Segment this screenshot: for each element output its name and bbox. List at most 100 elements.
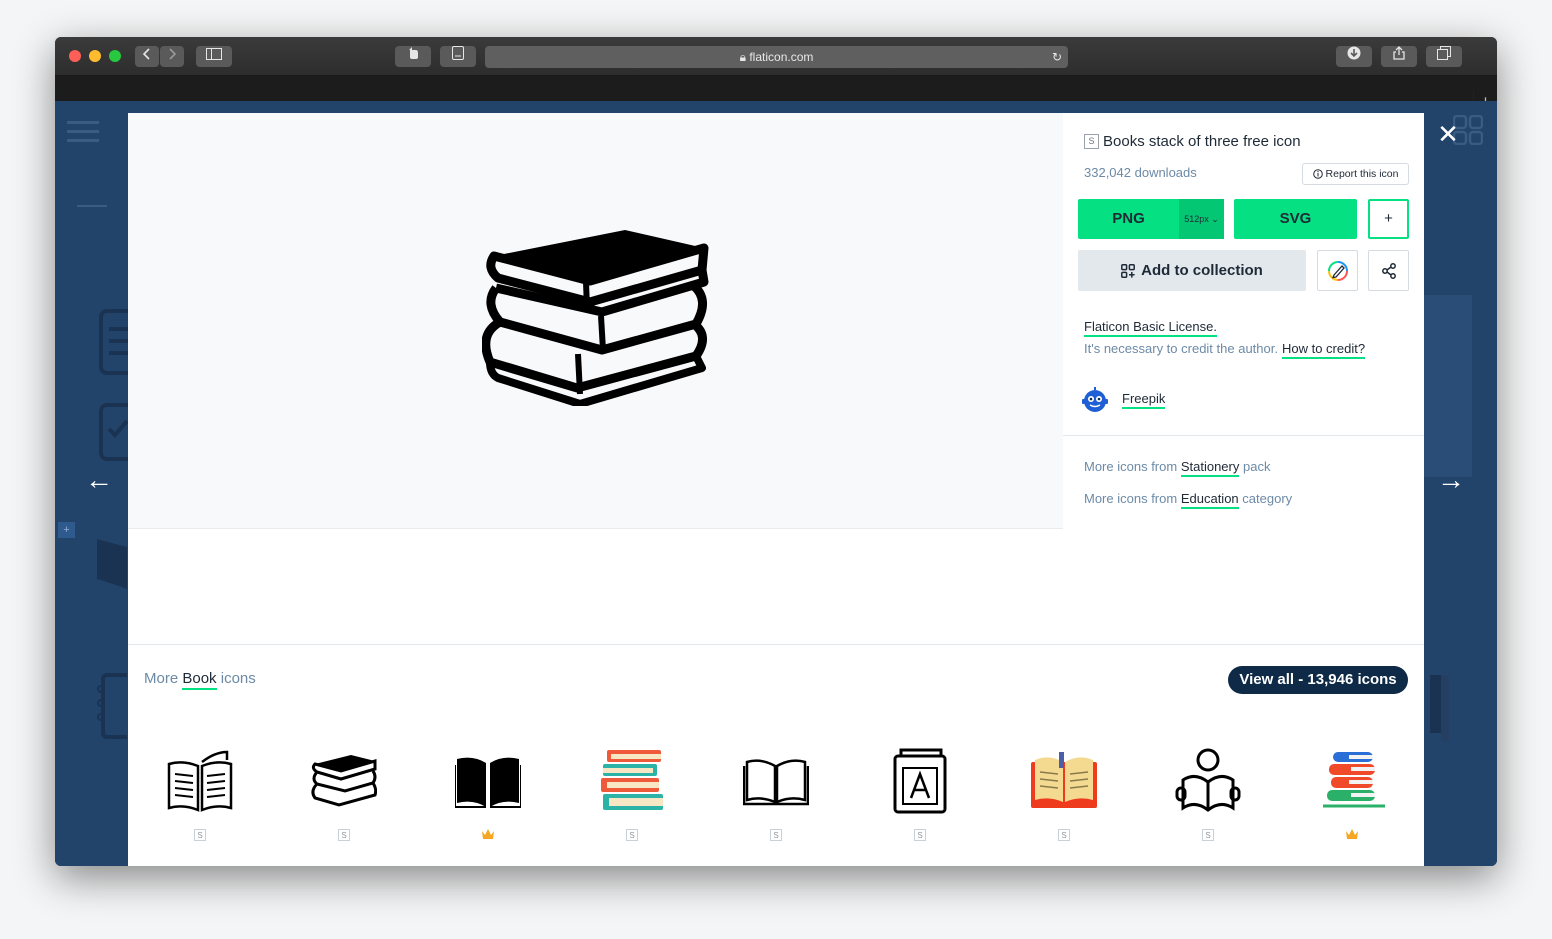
color-pencil-icon [1327,260,1348,281]
report-label: Report this icon [1325,168,1399,180]
thumb-books-stack-color[interactable] [592,741,672,821]
add-to-collection-label: Add to collection [1141,262,1263,279]
forward-button[interactable] [160,46,184,67]
more-formats-button[interactable]: + [1368,199,1409,239]
evernote-extension-button[interactable] [395,46,431,67]
chevron-down-icon: ⌄ [1211,214,1219,224]
reader-icon [1175,748,1241,812]
minimize-window-button[interactable] [89,50,101,62]
reader-mode-button[interactable] [440,46,476,67]
book-letter-a-icon [893,748,947,814]
document-icon [452,46,464,60]
thumb-badge: S [338,829,350,841]
previous-icon-button[interactable]: ← [79,466,119,494]
more-suffix: icons [220,670,256,687]
education-category-link[interactable]: Education [1180,491,1239,509]
thumb-book-letter-a[interactable] [880,741,960,821]
author-name[interactable]: Freepik [1122,391,1166,409]
background-checklist-icon [99,403,129,461]
sidebar-toggle-button[interactable] [196,46,232,67]
freepik-avatar-icon [1082,387,1108,412]
books-stack-icon [311,755,377,807]
license-link[interactable]: Flaticon Basic License. [1084,319,1217,337]
thumb-badge: S [914,829,926,841]
more-pack-suffix: pack [1243,459,1271,474]
address-bar[interactable]: 🔒︎ flaticon.com ↻ [485,46,1068,68]
download-count: 332,042 downloads [1084,165,1197,180]
share-nodes-icon [1381,262,1396,279]
premium-crown-icon [482,829,494,839]
icon-info-panel: S Books stack of three free icon 332,042… [1063,113,1424,529]
browser-toolbar: 🔒︎ flaticon.com ↻ [55,37,1497,76]
stationery-pack-link[interactable]: Stationery [1180,459,1240,477]
tab-strip: + [55,76,1497,114]
add-to-collection-button[interactable]: Add to collection [1078,250,1306,291]
png-size-dropdown[interactable]: 512px ⌄ [1179,199,1224,239]
collection-grid-icon [1121,263,1136,278]
more-pack-prefix: More icons from [1084,459,1178,474]
more-book-icons-heading: More Book icons [144,670,256,690]
books-stack-flat-icon [1323,752,1385,808]
download-svg-button[interactable]: SVG [1234,199,1357,239]
more-section-divider [128,644,1424,645]
hamburger-menu-icon [67,121,99,142]
next-icon-button[interactable]: → [1431,466,1471,494]
downloads-button[interactable] [1336,46,1372,67]
png-size-label: 512px [1184,214,1209,224]
more-from-pack: More icons from Stationery pack [1084,459,1271,477]
credit-note: It's necessary to credit the author. How … [1084,341,1366,359]
close-window-button[interactable] [69,50,81,62]
close-modal-button[interactable]: ✕ [1435,121,1461,147]
thumb-open-book-outline[interactable] [736,741,816,821]
elephant-icon [409,47,418,59]
browser-window: 🔒︎ flaticon.com ↻ + S Books stack of thr… [55,37,1497,866]
book-keyword-link[interactable]: Book [182,670,217,690]
thumb-badge: S [770,829,782,841]
selection-badge: S [1084,134,1099,149]
background-notebook-icon [97,673,127,739]
open-book-color-icon [1031,752,1097,808]
credit-note-text: It's necessary to credit the author. [1084,341,1278,356]
download-icon [1347,46,1361,60]
reload-icon[interactable]: ↻ [1052,46,1062,68]
author-row[interactable]: Freepik [1080,385,1166,415]
how-to-credit-link[interactable]: How to credit? [1281,341,1366,359]
more-prefix: More [144,670,179,687]
thumb-open-book-color[interactable] [1024,741,1104,821]
open-book-lines-icon [167,750,233,812]
tabs-overview-button[interactable] [1426,46,1462,67]
thumb-books-stack-flat[interactable] [1312,741,1392,821]
thumb-open-book-lines[interactable] [160,741,240,821]
view-all-button[interactable]: View all - 13,946 icons [1228,666,1408,694]
share-icon-button[interactable] [1368,250,1409,291]
report-icon-button[interactable]: Report this icon [1302,163,1409,185]
info-circle-icon [1312,169,1323,179]
thumb-books-stack[interactable] [304,741,384,821]
download-png-button[interactable]: PNG 512px ⌄ [1078,199,1224,239]
background-book-icon [97,539,127,589]
share-page-button[interactable] [1381,46,1417,67]
thumb-reader[interactable] [1168,741,1248,821]
more-from-category: More icons from Education category [1084,491,1293,509]
chevron-right-icon [169,48,177,60]
edit-icon-button[interactable] [1317,250,1358,291]
chevron-left-icon [142,48,150,60]
thumb-badge: S [1202,829,1214,841]
back-button[interactable] [135,46,159,67]
thumb-open-book-solid[interactable] [448,741,528,821]
thumb-badge: S [1058,829,1070,841]
background-clipboard-icon [99,309,129,375]
icon-title-row: S Books stack of three free icon [1084,133,1301,150]
thumb-badge: S [194,829,206,841]
icon-detail-modal: S Books stack of three free icon 332,042… [128,113,1424,866]
lock-icon: 🔒︎ [739,50,746,64]
png-label: PNG [1112,210,1145,227]
url-text: flaticon.com [749,50,814,64]
thumb-badge: S [626,829,638,841]
more-cat-suffix: category [1242,491,1293,506]
more-cat-prefix: More icons from [1084,491,1178,506]
share-icon [1393,46,1405,60]
books-stack-color-icon [601,750,663,810]
open-book-solid-icon [455,757,521,808]
zoom-window-button[interactable] [109,50,121,62]
